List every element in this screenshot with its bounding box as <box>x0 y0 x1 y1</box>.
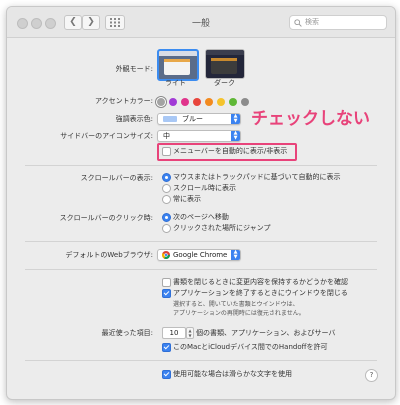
divider <box>25 241 377 242</box>
appearance-dark-thumbnail[interactable] <box>205 49 245 79</box>
ask-keep-changes-checkbox[interactable] <box>162 278 171 287</box>
font-smoothing-checkbox[interactable] <box>162 370 171 379</box>
recent-items-suffix: 個の書類、アプリケーション、およびサーバ <box>196 329 336 337</box>
accent-color-swatch[interactable] <box>157 98 165 106</box>
accent-color-swatch[interactable] <box>193 98 201 106</box>
scroll-click-next-page-label: 次のページへ移動 <box>173 213 229 221</box>
recent-items-label: 最近使った項目: <box>101 329 153 337</box>
sidebar-icon-size-label: サイドバーのアイコンサイズ: <box>60 132 153 140</box>
scrollbar-always-label: 常に表示 <box>173 195 201 203</box>
sidebar-icon-size-value: 中 <box>163 132 170 140</box>
chrome-icon <box>162 251 170 259</box>
ask-keep-changes-label: 書類を閉じるときに変更内容を保持するかどうかを確認 <box>173 278 348 286</box>
annotation-text: チェックしない <box>251 109 370 129</box>
recent-items-stepper-icon[interactable]: ▲ ▼ <box>186 327 194 339</box>
search-icon <box>294 19 302 27</box>
highlight-color-value: ブルー <box>182 115 203 123</box>
preferences-window: ❮ ❯ 一般 検索 外観モード: ライト ダーク アクセントカラー: チェックし… <box>6 6 396 400</box>
accent-color-swatch[interactable] <box>181 98 189 106</box>
accent-color-swatch[interactable] <box>205 98 213 106</box>
chevron-updown-icon: ▲ ▼ <box>231 131 240 141</box>
highlight-color-label: 強調表示色: <box>115 115 153 123</box>
divider <box>25 165 377 166</box>
highlight-swatch <box>163 116 177 122</box>
accent-color-swatch[interactable] <box>229 98 237 106</box>
scrollbar-when-scrolling-label: スクロール時に表示 <box>173 184 236 192</box>
scroll-click-jump-radio[interactable] <box>162 224 171 233</box>
highlight-color-popup[interactable]: ブルー ▲ ▼ <box>157 113 241 125</box>
recent-items-count[interactable]: 10 <box>162 327 186 339</box>
appearance-light-label: ライト <box>165 79 186 87</box>
menubar-autohide-label: メニューバーを自動的に表示/非表示 <box>173 147 288 155</box>
handoff-checkbox[interactable] <box>162 343 171 352</box>
default-browser-popup[interactable]: Google Chrome ▲ ▼ <box>157 249 241 261</box>
search-placeholder: 検索 <box>305 18 319 26</box>
scroll-click-jump-label: クリックされた場所にジャンプ <box>173 224 271 232</box>
accent-color-swatch[interactable] <box>169 98 177 106</box>
accent-color-swatch[interactable] <box>241 98 249 106</box>
chevron-updown-icon: ▲ ▼ <box>231 114 240 124</box>
close-windows-checkbox[interactable] <box>162 289 171 298</box>
close-windows-note-line2: アプリケーションの再開時には復元されません。 <box>173 310 305 317</box>
scrollbar-when-scrolling-radio[interactable] <box>162 184 171 193</box>
divider <box>25 269 377 270</box>
default-browser-label: デフォルトのWebブラウザ: <box>65 251 153 259</box>
font-smoothing-label: 使用可能な場合は滑らかな文字を使用 <box>173 370 292 378</box>
appearance-dark-label: ダーク <box>214 79 235 87</box>
appearance-light-thumbnail[interactable] <box>157 49 199 81</box>
search-field[interactable]: 検索 <box>289 15 387 30</box>
scroll-click-next-page-radio[interactable] <box>162 213 171 222</box>
default-browser-value: Google Chrome <box>173 251 228 259</box>
close-windows-label: アプリケーションを終了するときにウインドウを閉じる <box>173 289 348 297</box>
accent-color-swatch[interactable] <box>217 98 225 106</box>
scrollbar-auto-radio[interactable] <box>162 173 171 182</box>
scrollbar-click-label: スクロールバーのクリック時: <box>59 214 153 222</box>
menubar-autohide-checkbox[interactable] <box>162 147 171 156</box>
scrollbar-show-label: スクロールバーの表示: <box>80 174 153 182</box>
appearance-label: 外観モード: <box>115 65 153 73</box>
handoff-label: このMacとiCloudデバイス間でのHandoffを許可 <box>173 343 328 351</box>
scrollbar-auto-label: マウスまたはトラックパッドに基づいて自動的に表示 <box>173 173 341 181</box>
accent-color-label: アクセントカラー: <box>94 97 153 105</box>
sidebar-icon-size-popup[interactable]: 中 ▲ ▼ <box>157 130 241 142</box>
help-button[interactable]: ? <box>365 369 378 382</box>
chevron-updown-icon: ▲ ▼ <box>231 250 240 260</box>
divider <box>25 360 377 361</box>
title-bar: ❮ ❯ 一般 検索 <box>7 7 395 38</box>
scrollbar-always-radio[interactable] <box>162 195 171 204</box>
